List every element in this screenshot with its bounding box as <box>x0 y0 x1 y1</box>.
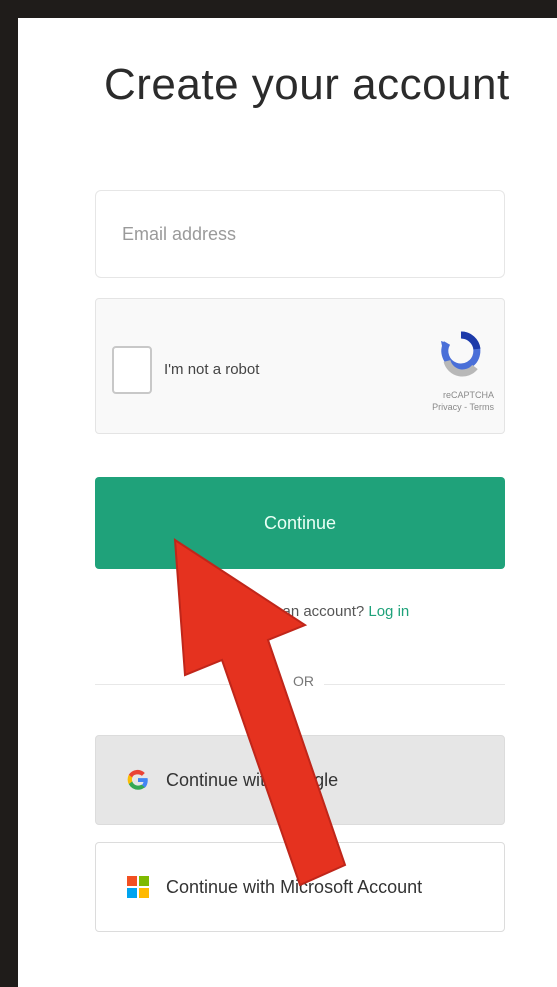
email-field[interactable] <box>96 191 504 277</box>
recaptcha-brand: reCAPTCHA Privacy - Terms <box>432 389 494 413</box>
page-title: Create your account <box>104 60 510 109</box>
recaptcha-brand-text: reCAPTCHA <box>442 390 494 400</box>
google-button-label: Continue with Google <box>166 769 339 790</box>
email-field-container <box>95 190 505 278</box>
captcha-label: I'm not a robot <box>164 361 260 378</box>
continue-with-microsoft-button[interactable]: Continue with Microsoft Account <box>95 842 505 932</box>
login-prompt: Already have an account? Log in <box>95 603 505 620</box>
continue-button[interactable]: Continue <box>95 477 505 569</box>
microsoft-button-label: Continue with Microsoft Account <box>166 876 423 897</box>
recaptcha-links[interactable]: Privacy - Terms <box>432 401 494 413</box>
continue-with-google-button[interactable]: Continue with Google <box>95 735 505 825</box>
google-icon <box>120 767 156 793</box>
login-link[interactable]: Log in <box>368 603 409 620</box>
login-prompt-text: Already have an account? <box>190 603 365 620</box>
recaptcha-icon <box>441 331 481 377</box>
recaptcha-widget: I'm not a robot reCAPTCHA Privacy - Term… <box>95 298 505 434</box>
or-divider-text: OR <box>283 673 324 689</box>
captcha-checkbox[interactable] <box>112 346 152 394</box>
microsoft-icon <box>120 875 156 899</box>
